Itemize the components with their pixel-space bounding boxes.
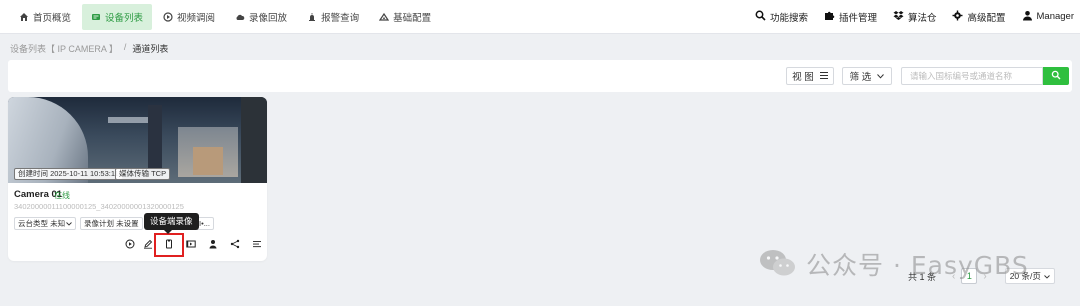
chevron-down-icon [877, 71, 885, 82]
created-time-tag: 创建时间 2025-10-11 10:53:11 [14, 168, 123, 180]
share-icon [230, 238, 240, 252]
filter-bar: 视 图 筛 选 [8, 60, 1072, 92]
nav-item-video[interactable]: 视频调阅 [154, 4, 224, 30]
search-button[interactable] [1043, 67, 1069, 85]
share-button[interactable] [228, 238, 242, 252]
person-icon [208, 238, 218, 252]
advanced-config-link[interactable]: 高级配置 [952, 10, 1006, 24]
algorithm-store-link[interactable]: 算法仓 [893, 10, 937, 24]
home-icon [19, 12, 29, 22]
wechat-icon [758, 247, 798, 282]
snapshot-box [193, 147, 223, 175]
function-search-label: 功能搜索 [769, 12, 808, 24]
status-badge: 在线 [54, 191, 70, 200]
user-menu[interactable]: Manager [1022, 10, 1075, 24]
nav-item-label: 视频调阅 [177, 12, 216, 24]
device-record-icon [164, 238, 174, 252]
nav-item-label: 首页概览 [33, 12, 72, 24]
user-name: Manager [1036, 11, 1075, 22]
chevron-down-icon [66, 218, 72, 229]
play-circle-icon [163, 11, 173, 22]
nav-item-playback[interactable]: 录像回放 [226, 4, 296, 30]
play-icon [125, 238, 135, 252]
nav-item-label: 基础配置 [393, 12, 432, 24]
chevron-down-icon [1044, 271, 1050, 281]
user-icon [1022, 10, 1033, 24]
channel-card[interactable]: 创建时间 2025-10-11 10:53:11 媒体传输 TCP Camera… [8, 97, 267, 261]
top-navbar: 首页概览 设备列表 视频调阅 录像回放 报警查询 基础配置 功能搜索 插件管理 … [0, 0, 1080, 34]
watermark: 公众号 · EasyGBS [758, 246, 1029, 282]
camera-snapshot[interactable]: 创建时间 2025-10-11 10:53:11 媒体传输 TCP [8, 97, 267, 183]
snapshot-light [108, 117, 148, 123]
main-nav: 首页概览 设备列表 视频调阅 录像回放 报警查询 基础配置 [0, 0, 442, 34]
nav-item-label: 录像回放 [249, 12, 288, 24]
dropbox-icon [893, 10, 904, 24]
list-icon [252, 238, 262, 252]
cloud-icon [235, 12, 245, 22]
snapshot-pillar [148, 105, 162, 175]
breadcrumb-parent[interactable]: 设备列表【 IP CAMERA 】 [10, 42, 118, 55]
right-nav: 功能搜索 插件管理 算法仓 高级配置 Manager [739, 0, 1080, 34]
filter-dropdown[interactable]: 筛 选 [842, 67, 892, 85]
nav-item-home[interactable]: 首页概览 [10, 4, 80, 30]
gear-icon [952, 10, 963, 24]
video-icon [186, 238, 196, 252]
ptz-type-dropdown[interactable]: 云台类型 未知 [14, 217, 77, 230]
person-button[interactable] [206, 238, 220, 252]
advanced-config-label: 高级配置 [967, 12, 1006, 24]
alarm-icon [307, 12, 317, 22]
channel-id: 34020000011100000125_3402000000132000012… [14, 202, 184, 211]
snapshot-edge [241, 97, 267, 183]
video-button[interactable] [184, 238, 198, 252]
action-tooltip: 设备端录像 [144, 213, 199, 234]
card-actions [8, 233, 267, 257]
watermark-text: 公众号 · EasyGBS [806, 251, 1029, 280]
record-plan-dropdown[interactable]: 录像计划 未设置 [80, 217, 143, 230]
edit-button[interactable] [141, 238, 155, 252]
more-button[interactable] [250, 238, 264, 252]
search-icon [755, 10, 766, 24]
transport-tag: 媒体传输 TCP [115, 168, 171, 180]
device-record-button[interactable] [154, 233, 184, 257]
nav-item-label: 设备列表 [105, 12, 144, 24]
device-list-icon [91, 12, 101, 22]
record-plan-label: 录像计划 未设置 [84, 219, 139, 228]
settings-icon [379, 12, 390, 22]
puzzle-icon [824, 10, 835, 24]
menu-icon [819, 71, 828, 82]
view-toggle-button[interactable]: 视 图 [786, 67, 834, 85]
plugin-manage-link[interactable]: 插件管理 [824, 10, 877, 24]
play-button[interactable] [123, 238, 137, 252]
edit-icon [143, 238, 153, 252]
algorithm-store-label: 算法仓 [907, 12, 937, 24]
function-search-link[interactable]: 功能搜索 [755, 10, 808, 24]
plugin-manage-label: 插件管理 [838, 12, 877, 24]
search-icon [1051, 69, 1061, 83]
filter-label: 筛 选 [849, 72, 872, 83]
nav-item-label: 报警查询 [321, 12, 360, 24]
nav-item-device-list[interactable]: 设备列表 [82, 3, 153, 30]
nav-item-alarm[interactable]: 报警查询 [298, 4, 368, 30]
breadcrumb-current: 通道列表 [132, 44, 169, 54]
view-label: 视 图 [792, 72, 814, 83]
ptz-type-label: 云台类型 未知 [18, 219, 66, 228]
breadcrumb-separator: / [123, 42, 127, 52]
search-input[interactable] [901, 67, 1043, 85]
breadcrumb: 设备列表【 IP CAMERA 】 / 通道列表 [10, 42, 168, 55]
nav-item-config[interactable]: 基础配置 [370, 4, 440, 30]
